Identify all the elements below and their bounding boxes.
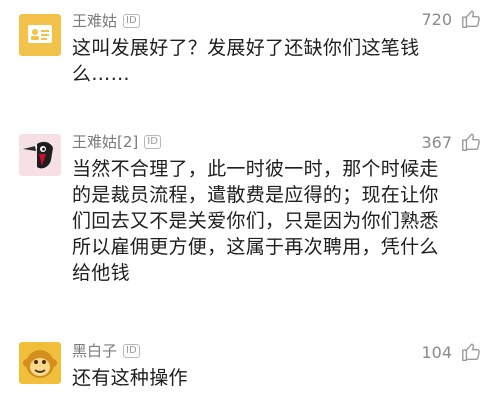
comment-username[interactable]: 王难姑[2] ID [72, 131, 161, 152]
comment-line: 当然不合理了，此一时彼一时，那个时候走 [72, 158, 439, 180]
comment-item: 王难姑[2] ID 367 当然不合理了，此一时彼一时，那个时候走 的是裁员流程… [0, 125, 500, 315]
comment-line: 么…… [72, 63, 130, 85]
like-count: 367 [421, 132, 452, 152]
username-text[interactable]: 王难姑[2] [72, 131, 138, 152]
comment-item: 黑白子 ID 104 还有这种操作 [0, 336, 500, 411]
like-count: 104 [421, 342, 452, 362]
comment-list: 王难姑 ID 720 这叫发展好了？发展好了还缺你们这笔钱 么…… 王难姑[2]… [0, 0, 500, 411]
woodpecker-avatar-icon [23, 141, 53, 169]
id-badge: ID [123, 13, 140, 28]
comment-line: 还有这种操作 [72, 367, 188, 389]
like-counter[interactable]: 720 [421, 8, 482, 30]
thumbs-up-icon[interactable] [460, 341, 482, 363]
avatar[interactable] [19, 14, 61, 56]
thumbs-up-icon[interactable] [460, 131, 482, 153]
comment-text: 还有这种操作 [72, 365, 452, 391]
avatar[interactable] [19, 342, 61, 384]
id-badge: ID [123, 343, 140, 358]
comment-line: 所以雇佣更方便，这属于再次聘用，凭什么 [72, 236, 439, 258]
comment-text: 这叫发展好了？发展好了还缺你们这笔钱 么…… [72, 35, 452, 87]
comment-line: 的是裁员流程，遣散费是应得的；现在让你 [72, 184, 439, 206]
certificate-person-avatar-icon [28, 25, 52, 43]
comment-item: 王难姑 ID 720 这叫发展好了？发展好了还缺你们这笔钱 么…… [0, 0, 500, 100]
comment-text: 当然不合理了，此一时彼一时，那个时候走 的是裁员流程，遣散费是应得的；现在让你 … [72, 156, 452, 286]
username-text[interactable]: 王难姑 [72, 10, 117, 31]
monkey-avatar-icon [23, 350, 57, 378]
comment-username[interactable]: 黑白子 ID [72, 340, 140, 361]
id-badge: ID [144, 134, 161, 149]
avatar[interactable] [19, 134, 61, 176]
comment-line: 这叫发展好了？发展好了还缺你们这笔钱 [72, 37, 420, 59]
comment-line: 们回去又不是关爱你们，只是因为你们熟悉 [72, 210, 439, 232]
like-counter[interactable]: 367 [421, 131, 482, 153]
comment-username[interactable]: 王难姑 ID [72, 10, 140, 31]
thumbs-up-icon[interactable] [460, 8, 482, 30]
like-count: 720 [421, 9, 452, 29]
comment-line: 给他钱 [72, 262, 130, 284]
username-text[interactable]: 黑白子 [72, 340, 117, 361]
like-counter[interactable]: 104 [421, 341, 482, 363]
